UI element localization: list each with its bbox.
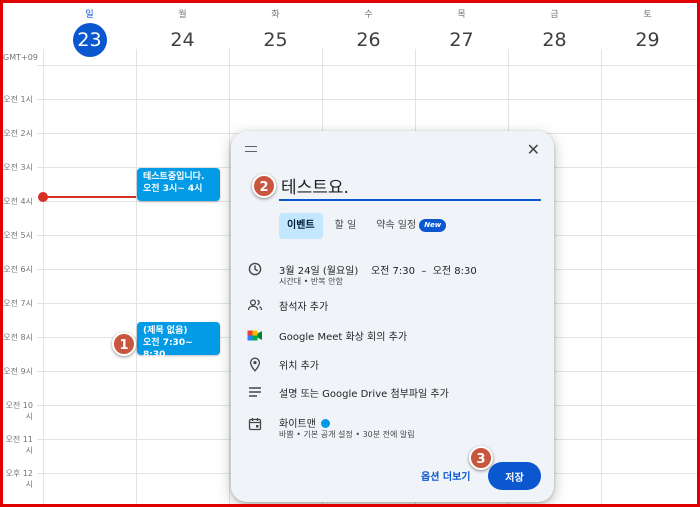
hour-label: 오전 2시 (3, 129, 33, 138)
add-meet-label: Google Meet 화상 회의 추가 (279, 332, 408, 343)
datetime-row[interactable]: 3월 24일 (월요일) 오전 7:30 – 오전 8:30 시간대 • 반복 … (247, 261, 543, 289)
calendar-color-dot (320, 419, 330, 428)
event-title: (제목 없음) (143, 326, 188, 336)
clock-icon (247, 261, 263, 277)
day-of-week: 일 (85, 10, 94, 20)
grid-row-line (37, 65, 697, 66)
day-number[interactable]: 24 (166, 23, 200, 57)
calendar-select-row[interactable]: 화이트맨 바쁨 • 기본 공개 설정 • 30분 전에 알림 (247, 414, 543, 442)
tab-appointment-label: 약속 일정 (376, 220, 417, 231)
close-icon[interactable]: ✕ (527, 140, 540, 159)
add-meet-row[interactable]: Google Meet 화상 회의 추가 (247, 327, 543, 345)
new-badge: New (419, 219, 447, 232)
hour-label: 오전 4시 (3, 197, 33, 206)
day-number[interactable]: 23 (72, 23, 107, 57)
event-time: 오전 7:30~ 8:30 (143, 338, 193, 360)
day-of-week: 수 (364, 10, 373, 20)
hour-label: 오전 1시 (3, 95, 33, 104)
add-description-label: 설명 또는 Google Drive 첨부파일 추가 (279, 389, 449, 400)
grid-row-line (37, 99, 697, 100)
hour-label: 오전 5시 (3, 231, 33, 240)
add-location-row[interactable]: 위치 추가 (247, 356, 543, 374)
day-header-sat[interactable]: 토 29 (601, 9, 694, 57)
step-badge-3: 3 (469, 446, 493, 470)
grid-column-line (43, 49, 44, 504)
grid-column-line (136, 49, 137, 504)
day-of-week: 화 (271, 10, 280, 20)
day-header-tue[interactable]: 화 25 (229, 9, 322, 57)
event-chip-draft[interactable]: (제목 없음) 오전 7:30~ 8:30 (137, 322, 220, 360)
description-lines-icon (247, 384, 263, 400)
event-title: 테스트중입니다. (143, 172, 205, 182)
hour-label: 오전 8시 (3, 333, 33, 342)
grid-column-line (601, 49, 602, 504)
calendar-icon (247, 416, 263, 432)
day-header-wed[interactable]: 수 26 (322, 9, 415, 57)
hour-label: 오전 3시 (3, 163, 33, 172)
day-header-sun[interactable]: 일 23 (43, 9, 136, 57)
add-guests-row[interactable]: 참석자 추가 (247, 297, 543, 315)
quick-create-dialog: ✕ 이벤트 할 일 약속 일정New 3월 24일 (월요일) 오전 7:30 … (231, 131, 554, 502)
hour-label: 오전 6시 (3, 265, 33, 274)
day-of-week: 금 (550, 10, 559, 20)
calendar-week-view: 일 23 월 24 화 25 수 26 목 27 금 28 토 29 GMT+0… (3, 3, 697, 504)
hour-label: 오전 10시 (5, 401, 33, 421)
day-number[interactable]: 25 (259, 23, 293, 57)
step-badge-1: 1 (112, 332, 136, 356)
step-badge-2: 2 (252, 174, 276, 198)
day-header-thu[interactable]: 목 27 (415, 9, 508, 57)
day-of-week: 토 (643, 10, 652, 20)
hour-label: 오후 12시 (5, 469, 33, 489)
day-number[interactable]: 29 (631, 23, 665, 57)
add-guests-label: 참석자 추가 (279, 302, 329, 313)
grid-column-line (229, 49, 230, 504)
calendar-settings-subtext: 바쁨 • 기본 공개 설정 • 30분 전에 알림 (279, 430, 415, 439)
people-icon (247, 297, 263, 313)
save-button[interactable]: 저장 (488, 462, 541, 490)
hour-label: 오전 7시 (3, 299, 33, 308)
tab-appointment[interactable]: 약속 일정 New (368, 213, 454, 239)
more-options-button[interactable]: 옵션 더보기 (421, 468, 470, 483)
tab-event[interactable]: 이벤트 (279, 213, 323, 239)
datetime-subtext[interactable]: 시간대 • 반복 안함 (279, 276, 343, 287)
location-pin-icon (247, 356, 263, 372)
datetime-text[interactable]: 3월 24일 (월요일) 오전 7:30 – 오전 8:30 (279, 262, 477, 277)
current-time-line (43, 196, 136, 198)
add-location-label: 위치 추가 (279, 361, 319, 372)
tab-task[interactable]: 할 일 (327, 213, 365, 239)
event-time: 오전 3시~ 4시 (143, 184, 203, 194)
drag-handle-icon[interactable] (245, 146, 257, 152)
day-header-fri[interactable]: 금 28 (508, 9, 601, 57)
event-chip[interactable]: 테스트중입니다. 오전 3시~ 4시 (137, 168, 220, 201)
day-of-week: 월 (178, 10, 187, 20)
add-description-row[interactable]: 설명 또는 Google Drive 첨부파일 추가 (247, 384, 543, 402)
day-number[interactable]: 26 (352, 23, 386, 57)
google-meet-icon (247, 327, 263, 343)
day-of-week: 목 (457, 10, 466, 20)
event-type-tabs: 이벤트 할 일 약속 일정 New (279, 213, 458, 239)
day-number[interactable]: 27 (445, 23, 479, 57)
hour-label: 오전 9시 (3, 367, 33, 376)
calendar-name: 화이트맨 (279, 415, 330, 430)
day-header-mon[interactable]: 월 24 (136, 9, 229, 57)
event-title-input[interactable] (279, 174, 541, 201)
hour-label: 오전 11시 (5, 435, 33, 455)
day-number[interactable]: 28 (538, 23, 572, 57)
timezone-label: GMT+09 (3, 53, 38, 62)
